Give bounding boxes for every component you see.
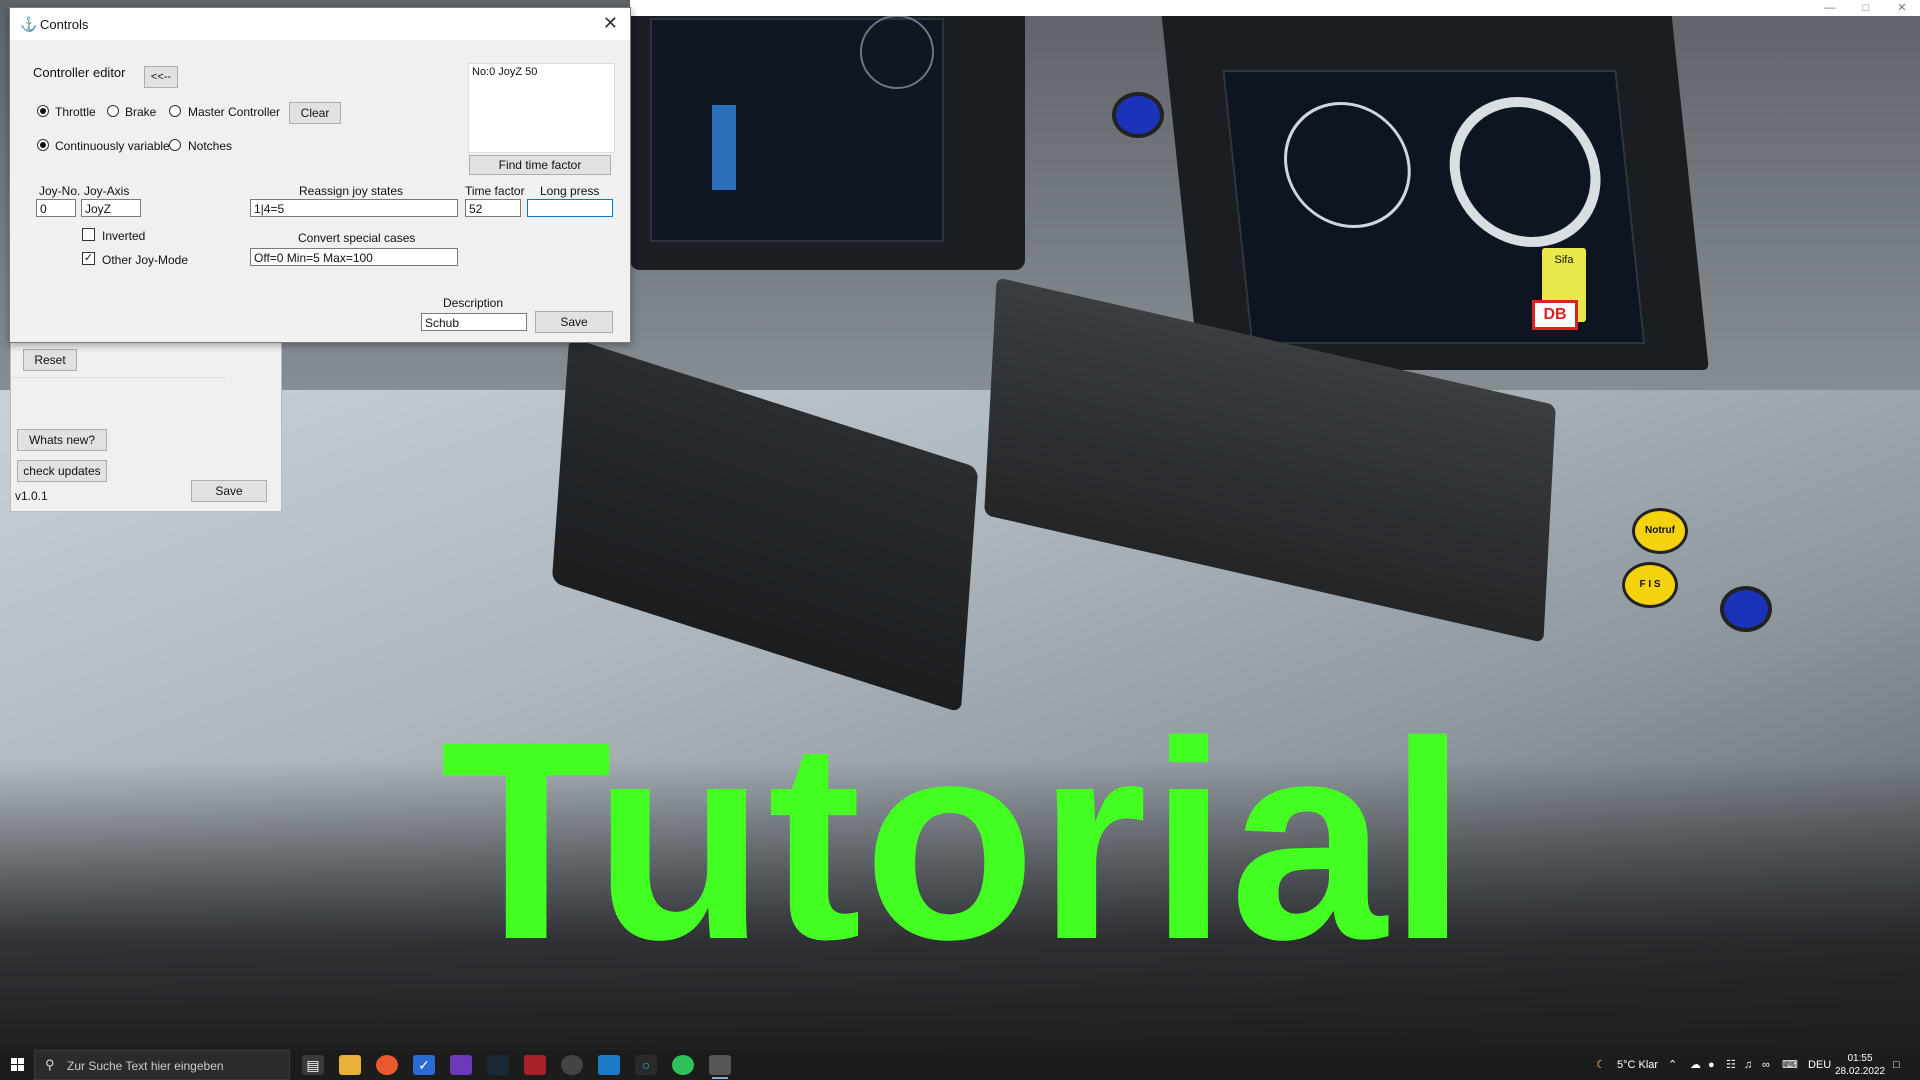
- app-icon: ⚓: [20, 16, 38, 32]
- other-joy-mode-checkbox[interactable]: ✓: [82, 252, 95, 265]
- weather-text[interactable]: 5°C Klar: [1617, 1050, 1658, 1080]
- clock-date: 28.02.2022: [1835, 1066, 1886, 1077]
- brake-radio[interactable]: [107, 105, 119, 117]
- version-label: v1.0.1: [15, 489, 48, 503]
- game-window-titlebar: — □ ✕: [630, 0, 1920, 16]
- link-icon[interactable]: ∞: [1762, 1050, 1770, 1080]
- volume-icon[interactable]: ♫: [1744, 1050, 1752, 1080]
- language-indicator[interactable]: DEU: [1808, 1050, 1831, 1080]
- close-icon[interactable]: ✕: [1884, 0, 1920, 16]
- whats-new-button[interactable]: Whats new?: [17, 429, 107, 451]
- sifa-label: Sifa: [1554, 254, 1574, 266]
- panel-divider: [11, 377, 226, 378]
- controls-dialog: ⚓ Controls ✕ Controller editor <<-- No:0…: [9, 7, 631, 343]
- save-button[interactable]: Save: [535, 311, 613, 333]
- taskbar-search-box[interactable]: ⚲ Zur Suche Text hier eingeben: [34, 1050, 290, 1080]
- search-icon: ⚲: [45, 1057, 55, 1072]
- speedometer-gauge: [1277, 102, 1417, 228]
- brake-label: Brake: [125, 105, 157, 119]
- fis-button: F I S: [1622, 562, 1678, 608]
- obs-icon[interactable]: [561, 1055, 583, 1075]
- joy-axis-input[interactable]: JoyZ: [81, 199, 141, 217]
- cloud-tray-icon[interactable]: ☁: [1690, 1050, 1701, 1080]
- description-label: Description: [443, 296, 504, 310]
- reassign-joy-states-label: Reassign joy states: [299, 184, 404, 198]
- steam-icon[interactable]: [487, 1055, 509, 1075]
- left-display-panel: [630, 0, 1025, 270]
- notruf-button: Notruf: [1632, 508, 1688, 554]
- green-app-icon[interactable]: [672, 1055, 694, 1075]
- network-icon[interactable]: ☷: [1726, 1050, 1736, 1080]
- right-display-panel: [1161, 10, 1709, 370]
- task-view-icon[interactable]: ▤: [302, 1055, 324, 1075]
- db-logo: DB: [1532, 300, 1578, 330]
- reassign-joy-states-input[interactable]: 1|4=5: [250, 199, 458, 217]
- time-factor-input[interactable]: 52: [465, 199, 521, 217]
- maximize-icon[interactable]: □: [1848, 0, 1884, 16]
- close-icon[interactable]: ✕: [603, 13, 618, 34]
- dialog-title: Controls: [40, 17, 89, 32]
- continuously-variable-radio[interactable]: [37, 139, 49, 151]
- game-app-icon[interactable]: [524, 1055, 546, 1075]
- joy-axis-label: Joy-Axis: [84, 184, 130, 198]
- throttle-label: Throttle: [55, 105, 96, 119]
- visual-studio-icon[interactable]: [450, 1055, 472, 1075]
- blue-dashboard-button: [1112, 92, 1164, 138]
- other-joy-mode-label: Other Joy-Mode: [102, 253, 189, 267]
- notches-radio[interactable]: [169, 139, 181, 151]
- circle-app-icon[interactable]: ○: [635, 1055, 657, 1075]
- train-sim-app-icon[interactable]: [709, 1055, 731, 1079]
- cloud-app-icon[interactable]: [598, 1055, 620, 1075]
- windows-start-icon[interactable]: [11, 1058, 24, 1071]
- long-press-label: Long press: [540, 184, 600, 198]
- tutorial-overlay-text: Tutorial: [440, 683, 1470, 998]
- minimize-icon[interactable]: —: [1812, 0, 1848, 16]
- joy-no-label: Joy-No.: [39, 184, 81, 198]
- traction-force-gauge: [1442, 97, 1608, 247]
- joystick-info-box: No:0 JoyZ 50: [468, 63, 615, 153]
- convert-special-cases-input[interactable]: Off=0 Min=5 Max=100: [250, 248, 458, 266]
- back-button[interactable]: <<--: [144, 66, 178, 88]
- time-factor-label: Time factor: [465, 184, 525, 198]
- blue-console-button: [1720, 586, 1772, 632]
- main-app-panel: Reset Whats new? check updates Save v1.0…: [10, 340, 282, 512]
- microphone-icon[interactable]: ●: [1708, 1050, 1715, 1080]
- master-controller-radio[interactable]: [169, 105, 181, 117]
- throttle-radio[interactable]: [37, 105, 49, 117]
- todo-app-icon[interactable]: ✓: [413, 1055, 435, 1075]
- file-explorer-icon[interactable]: [339, 1055, 361, 1075]
- long-press-input[interactable]: [527, 199, 613, 217]
- continuously-variable-label: Continuously variable: [55, 139, 170, 153]
- windows-taskbar: ⚲ Zur Suche Text hier eingeben ▤ ✓ ○ ☾ 5…: [0, 1050, 1920, 1080]
- description-input[interactable]: Schub: [421, 313, 527, 331]
- taskbar-clock[interactable]: 01:55 28.02.2022: [1835, 1052, 1885, 1078]
- notifications-icon[interactable]: □: [1893, 1050, 1900, 1080]
- convert-special-cases-label: Convert special cases: [298, 231, 416, 245]
- reset-button[interactable]: Reset: [23, 349, 77, 371]
- joy-no-input[interactable]: 0: [36, 199, 76, 217]
- notches-label: Notches: [188, 139, 233, 153]
- clock-time: 01:55: [1847, 1053, 1873, 1064]
- inverted-checkbox[interactable]: [82, 228, 95, 241]
- tray-chevron-icon[interactable]: ⌃: [1668, 1050, 1677, 1080]
- master-controller-label: Master Controller: [188, 105, 281, 119]
- controller-editor-heading: Controller editor: [33, 65, 126, 80]
- inverted-label: Inverted: [102, 229, 146, 243]
- find-time-factor-button[interactable]: Find time factor: [469, 155, 611, 175]
- keyboard-icon[interactable]: ⌨: [1782, 1050, 1798, 1080]
- search-placeholder: Zur Suche Text hier eingeben: [67, 1059, 224, 1073]
- firefox-icon[interactable]: [376, 1055, 398, 1075]
- analog-clock: [860, 15, 934, 89]
- check-updates-button[interactable]: check updates: [17, 460, 107, 482]
- clear-button[interactable]: Clear: [289, 102, 341, 124]
- main-save-button[interactable]: Save: [191, 480, 267, 502]
- weather-icon[interactable]: ☾: [1596, 1050, 1606, 1080]
- amperage-bar: [712, 105, 736, 190]
- dialog-titlebar: ⚓ Controls ✕: [10, 8, 630, 40]
